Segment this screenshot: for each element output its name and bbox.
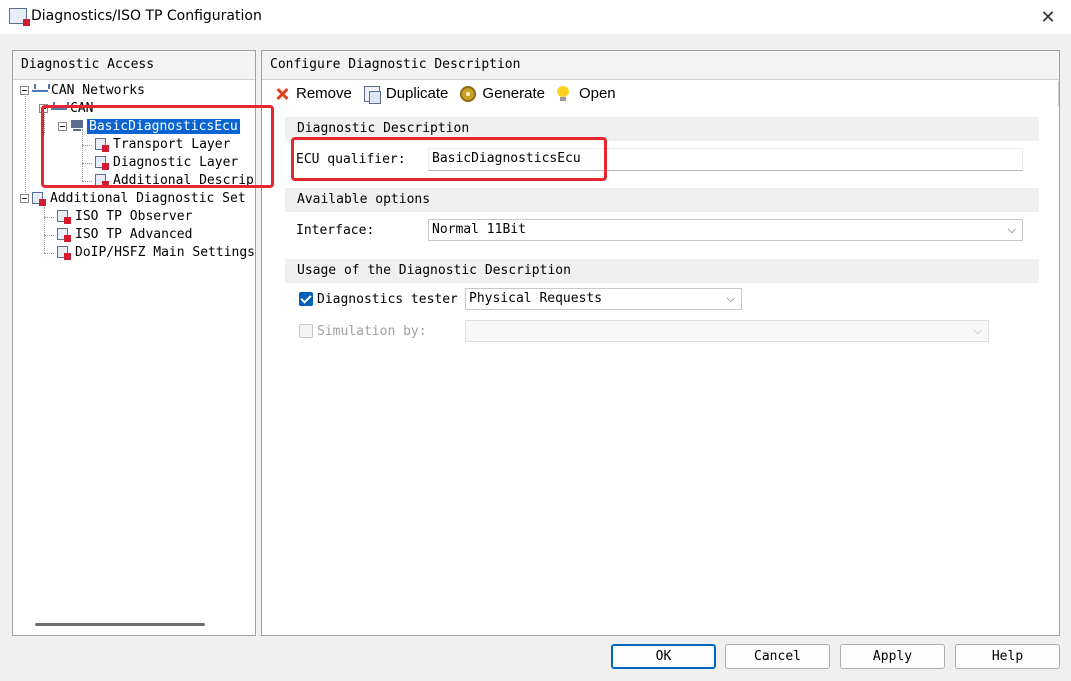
document-icon [95, 174, 109, 188]
section-diagnostic-description: Diagnostic Description [285, 117, 1039, 141]
tree-item-doip-hsfz-main-settings[interactable]: DoIP/HSFZ Main Settings [54, 243, 255, 261]
interface-select[interactable]: Normal 11Bit ⌵ [428, 219, 1023, 241]
tree-item-diagnostic-layer[interactable]: Diagnostic Layer [92, 153, 238, 171]
document-icon [32, 192, 46, 206]
document-icon [57, 210, 71, 224]
open-button[interactable]: Open [556, 85, 616, 102]
tree-item-label: BasicDiagnosticsEcu [87, 118, 240, 134]
lightbulb-icon [556, 85, 573, 102]
simulation-label: Simulation by: [317, 324, 427, 339]
toolbar: Remove Duplicate Generate Open [262, 81, 1059, 106]
diagnostics-tester-value: Physical Requests [469, 291, 603, 306]
open-label: Open [578, 85, 616, 102]
ecu-qualifier-field[interactable]: BasicDiagnosticsEcu [428, 148, 1023, 171]
ecu-icon [70, 120, 84, 132]
tree-item-label: DoIP/HSFZ Main Settings [75, 244, 255, 260]
interface-label: Interface: [296, 223, 375, 238]
cancel-button[interactable]: Cancel [725, 644, 830, 669]
tree-item-label: Additional Descrip [113, 172, 254, 188]
tree-item-label: ISO TP Advanced [75, 226, 193, 242]
horizontal-scrollbar[interactable] [35, 623, 205, 626]
ecu-qualifier-value: BasicDiagnosticsEcu [432, 151, 581, 166]
diagnostics-tester-select[interactable]: Physical Requests ⌵ [465, 288, 742, 310]
collapse-toggle[interactable] [58, 121, 67, 131]
help-button[interactable]: Help [955, 644, 1060, 669]
ok-button[interactable]: OK [611, 644, 716, 669]
network-icon [51, 102, 69, 114]
tree-item-additional-diagnostic-settings[interactable]: Additional Diagnostic Set [20, 189, 246, 207]
diagnostics-tester-label: Diagnostics tester [317, 292, 458, 307]
remove-button[interactable]: Remove [274, 85, 352, 102]
document-icon [95, 156, 109, 170]
chevron-down-icon: ⌵ [973, 324, 982, 337]
chevron-down-icon: ⌵ [726, 292, 735, 305]
tree-item-additional-descriptions[interactable]: Additional Descrip [92, 171, 254, 189]
section-available-options: Available options [285, 188, 1039, 212]
duplicate-icon [363, 85, 381, 104]
document-icon [57, 246, 71, 260]
gear-icon [460, 85, 477, 102]
collapse-toggle[interactable] [20, 193, 29, 203]
remove-label: Remove [296, 85, 352, 102]
collapse-toggle[interactable] [20, 85, 29, 95]
diagnostic-tree: CAN Networks CAN BasicDiagnosticsEcu Tra… [13, 81, 255, 601]
diagnostic-access-panel: Diagnostic Access CAN Networks CAN Basic… [12, 50, 256, 636]
interface-value: Normal 11Bit [432, 222, 526, 237]
duplicate-label: Duplicate [385, 85, 449, 102]
tree-item-label: Transport Layer [113, 136, 231, 152]
tree-item-label: ISO TP Observer [75, 208, 193, 224]
generate-label: Generate [482, 85, 545, 102]
tree-item-iso-tp-advanced[interactable]: ISO TP Advanced [54, 225, 192, 243]
simulation-checkbox[interactable] [299, 324, 313, 338]
tree-item-label: CAN Networks [51, 82, 145, 98]
tree-item-transport-layer[interactable]: Transport Layer [92, 135, 230, 153]
left-panel-header: Diagnostic Access [13, 51, 255, 80]
network-icon [32, 84, 50, 96]
configure-panel: Configure Diagnostic Description Remove … [261, 50, 1060, 636]
app-icon [9, 8, 30, 26]
window-title: Diagnostics/ISO TP Configuration [31, 8, 262, 24]
chevron-down-icon: ⌵ [1007, 223, 1016, 236]
document-icon [57, 228, 71, 242]
simulation-select[interactable]: ⌵ [465, 320, 989, 342]
collapse-toggle[interactable] [39, 103, 48, 113]
diagnostics-tester-checkbox[interactable] [299, 292, 313, 306]
close-button[interactable]: ✕ [1025, 0, 1071, 34]
remove-icon [274, 86, 290, 102]
generate-button[interactable]: Generate [460, 85, 545, 102]
tree-item-can-networks[interactable]: CAN Networks [20, 81, 145, 99]
document-icon [95, 138, 109, 152]
tree-item-label: CAN [70, 100, 94, 116]
tree-item-can[interactable]: CAN [39, 99, 93, 117]
close-icon: ✕ [1040, 6, 1056, 27]
section-usage: Usage of the Diagnostic Description [285, 259, 1039, 283]
tree-item-label: Diagnostic Layer [113, 154, 239, 170]
right-panel-header: Configure Diagnostic Description [262, 51, 1059, 80]
ecu-qualifier-label: ECU qualifier: [296, 152, 406, 167]
tree-item-basicdiagnosticsecu[interactable]: BasicDiagnosticsEcu [58, 117, 240, 135]
title-bar: Diagnostics/ISO TP Configuration ✕ [0, 0, 1071, 34]
tree-item-iso-tp-observer[interactable]: ISO TP Observer [54, 207, 192, 225]
apply-button[interactable]: Apply [840, 644, 945, 669]
tree-item-label: Additional Diagnostic Set [50, 190, 246, 206]
duplicate-button[interactable]: Duplicate [363, 85, 449, 104]
